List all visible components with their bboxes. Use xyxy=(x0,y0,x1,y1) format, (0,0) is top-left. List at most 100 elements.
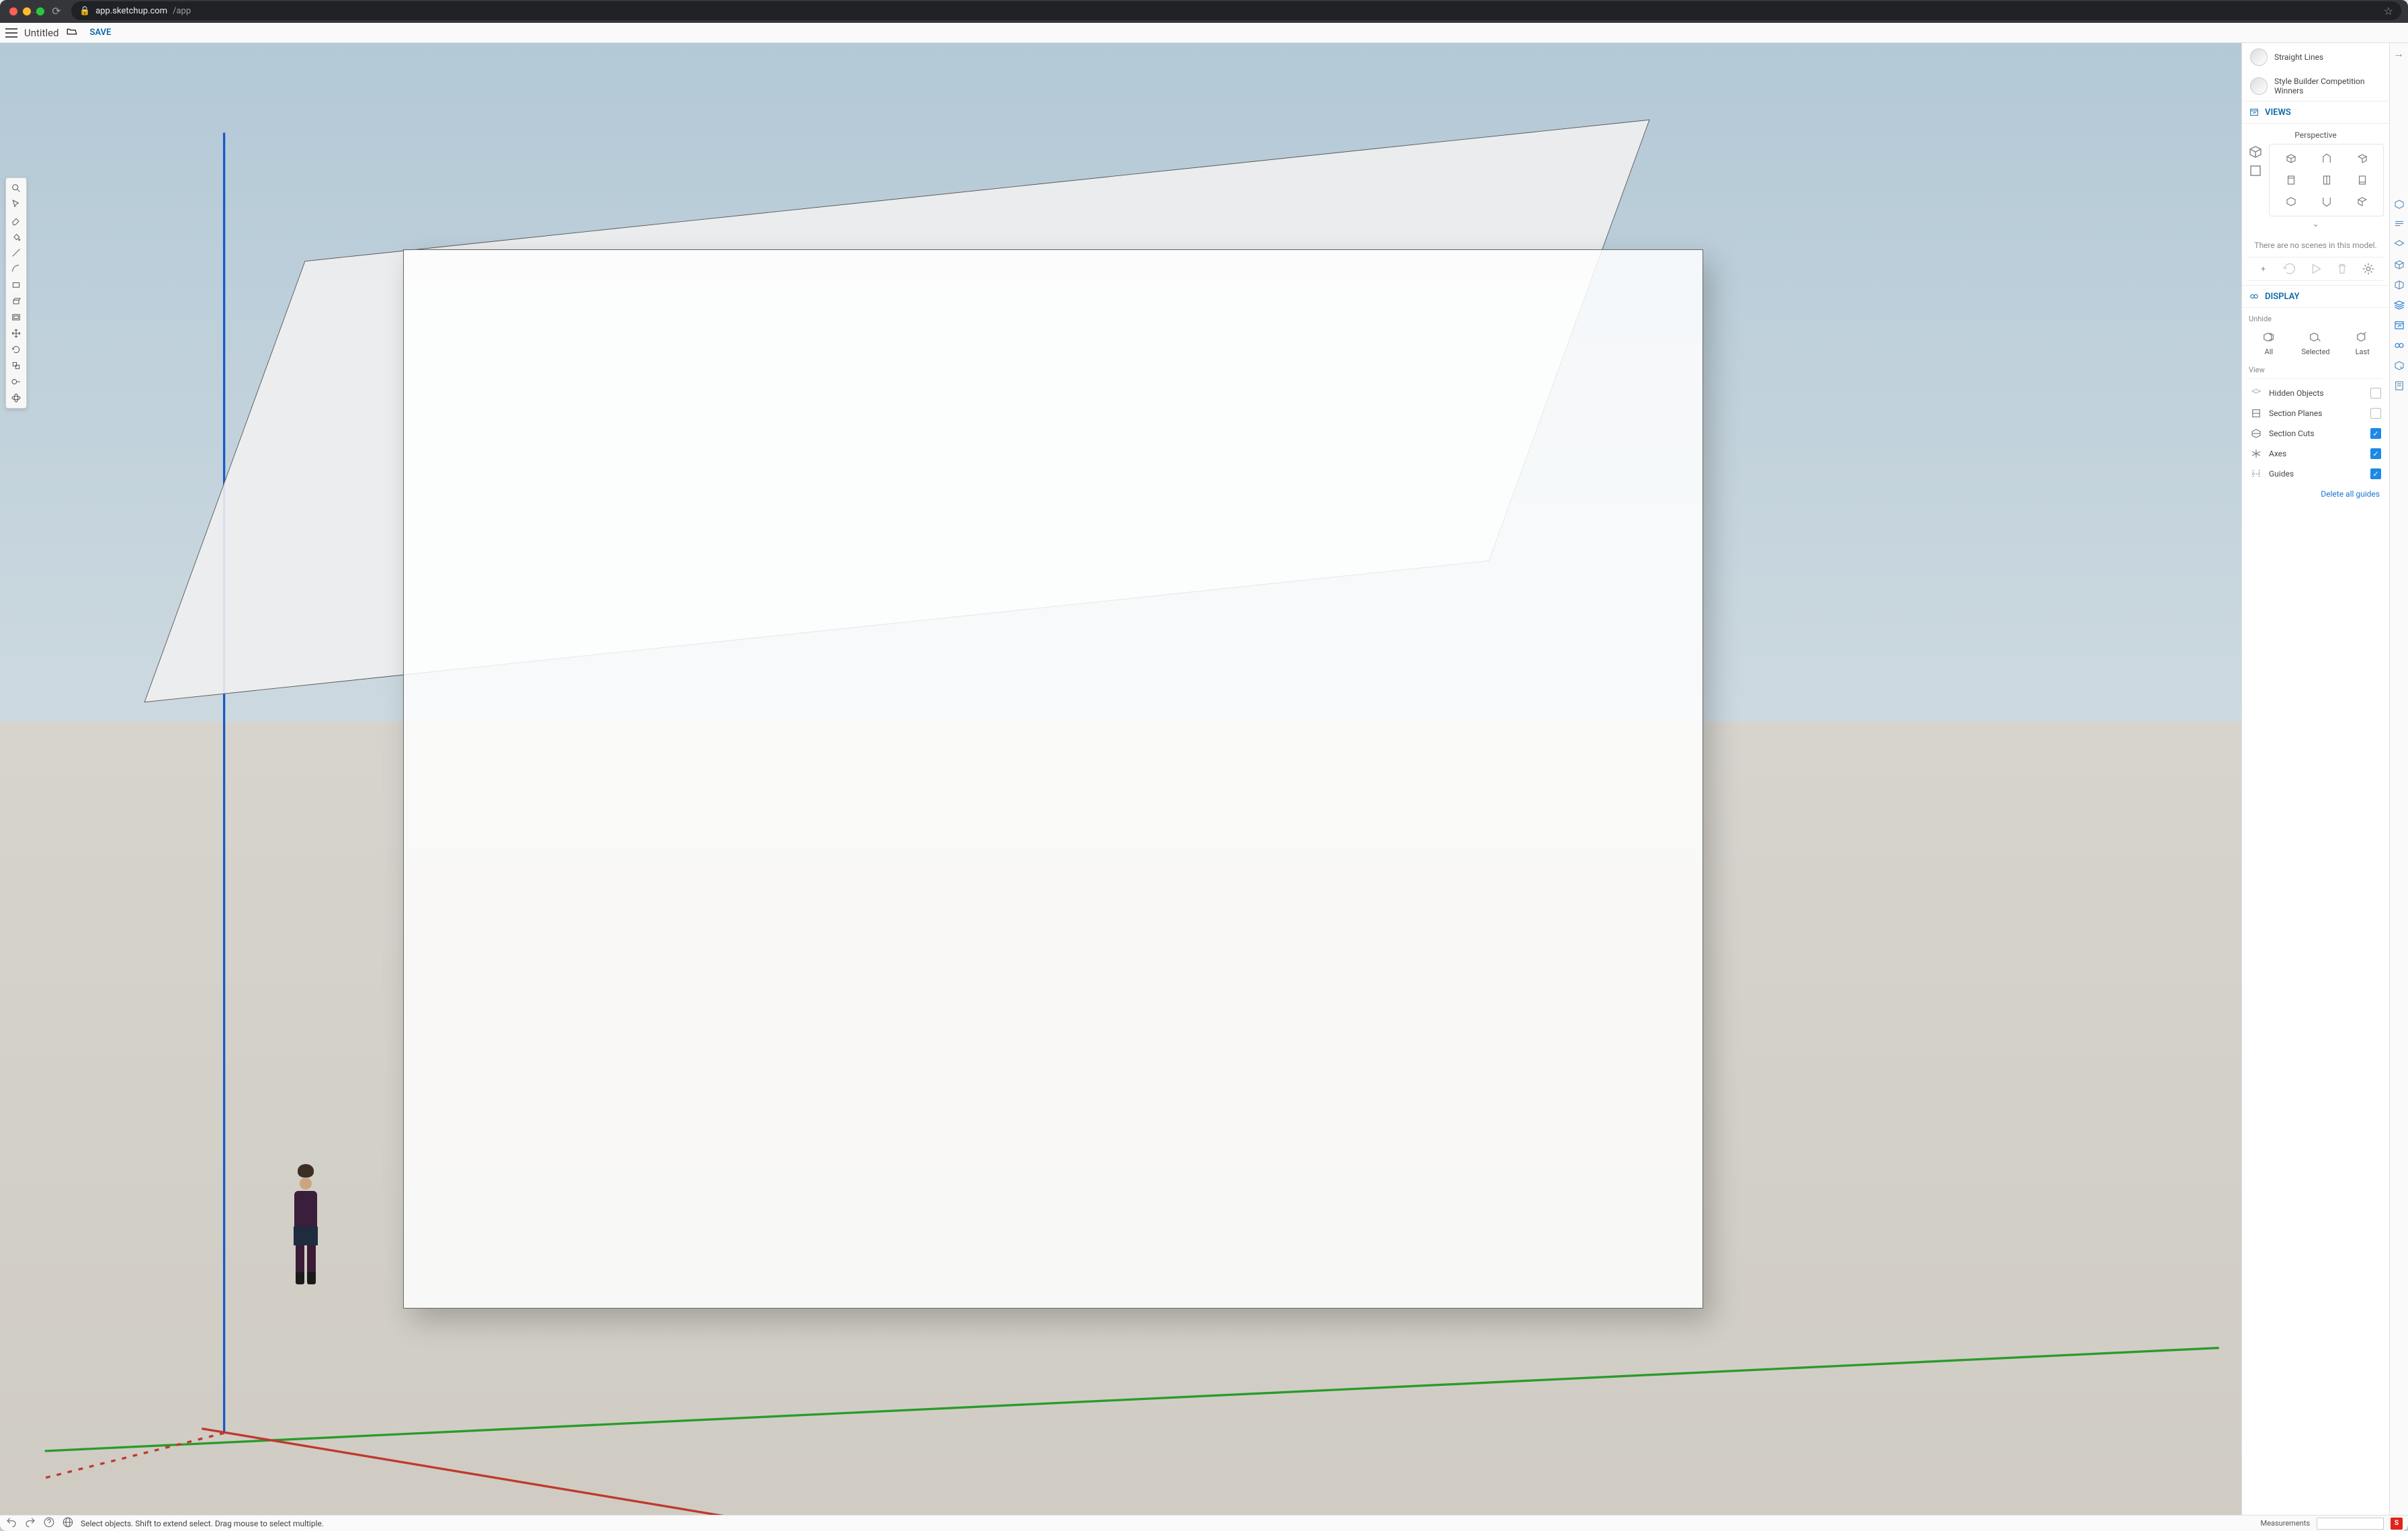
perspective-mode-button[interactable] xyxy=(2247,144,2264,160)
orbit-tool[interactable] xyxy=(8,390,24,406)
view-options-label: View xyxy=(2249,363,2382,378)
opt-label: Section Planes xyxy=(2269,409,2364,418)
unhide-last-button[interactable]: Last xyxy=(2355,330,2370,356)
move-tool[interactable] xyxy=(8,325,24,341)
unhide-selected-button[interactable]: Selected xyxy=(2301,330,2329,356)
axes-checkbox[interactable] xyxy=(2370,448,2381,459)
delete-all-guides-link[interactable]: Delete all guides xyxy=(2249,484,2382,501)
scale-tool[interactable] xyxy=(8,358,24,374)
materials-panel-button[interactable] xyxy=(2393,258,2406,272)
open-folder-button[interactable] xyxy=(66,26,78,40)
scene-settings-button[interactable] xyxy=(2361,261,2376,276)
axes-icon xyxy=(2250,448,2262,460)
style-item-label: Straight Lines xyxy=(2274,52,2323,62)
redo-button[interactable] xyxy=(24,1516,36,1530)
measurements-label: Measurements xyxy=(2261,1519,2310,1528)
tool-palette xyxy=(5,177,27,409)
address-bar[interactable]: 🔒 app.sketchup.com/app ☆ xyxy=(71,1,2401,20)
select-tool[interactable] xyxy=(8,196,24,212)
style-item-style-builder-winners[interactable]: Style Builder Competition Winners xyxy=(2242,71,2389,101)
view-bottom-button[interactable] xyxy=(2311,193,2342,210)
style-thumb-icon xyxy=(2250,77,2268,95)
model-viewport[interactable] xyxy=(0,43,2241,1515)
line-tool[interactable] xyxy=(8,245,24,261)
help-button[interactable] xyxy=(43,1516,55,1530)
status-bar: Select objects. Shift to extend select. … xyxy=(0,1515,2408,1531)
window-close-button[interactable] xyxy=(9,7,17,15)
undo-button[interactable] xyxy=(5,1516,17,1530)
bookmark-star-icon[interactable]: ☆ xyxy=(2384,5,2393,17)
tape-measure-tool[interactable] xyxy=(8,374,24,390)
play-animation-button xyxy=(2309,261,2323,276)
eraser-tool[interactable] xyxy=(8,212,24,229)
opt-label: Axes xyxy=(2269,449,2364,458)
delete-scene-button xyxy=(2335,261,2350,276)
rectangle-tool[interactable] xyxy=(8,277,24,293)
opt-hidden-objects: Hidden Objects xyxy=(2249,383,2382,403)
style-item-label: Style Builder Competition Winners xyxy=(2274,77,2381,95)
styles-panel-button[interactable] xyxy=(2393,278,2406,292)
tray-selector-rail xyxy=(2389,43,2408,1515)
browser-navbar: ← → ⟳ 🔒 app.sketchup.com/app ☆ xyxy=(0,0,2408,23)
sketchup-logo-icon: S xyxy=(2391,1518,2403,1530)
view-back-button[interactable] xyxy=(2346,171,2378,189)
view-iso-back-button[interactable] xyxy=(2346,193,2378,210)
language-button[interactable] xyxy=(62,1516,74,1530)
display-section-header[interactable]: DISPLAY xyxy=(2242,285,2389,308)
parallel-mode-button[interactable] xyxy=(2247,163,2264,179)
view-top-button[interactable] xyxy=(2311,150,2342,167)
status-hint: Select objects. Shift to extend select. … xyxy=(81,1519,324,1528)
scenes-empty-message: There are no scenes in this model. xyxy=(2247,234,2384,257)
views-section-header[interactable]: VIEWS xyxy=(2242,101,2389,124)
paint-bucket-tool[interactable] xyxy=(8,229,24,245)
search-tool[interactable] xyxy=(8,180,24,196)
unhide-all-button[interactable]: All xyxy=(2262,330,2276,356)
nav-forward-button[interactable]: → xyxy=(28,4,42,17)
components-panel-button[interactable] xyxy=(2393,238,2406,251)
view-right-button[interactable] xyxy=(2311,171,2342,189)
scenes-panel-button[interactable] xyxy=(2393,319,2406,332)
section-cuts-icon xyxy=(2250,427,2262,440)
model-info-panel-button[interactable] xyxy=(2393,379,2406,392)
measurements-input[interactable] xyxy=(2317,1518,2384,1530)
push-pull-tool[interactable] xyxy=(8,293,24,309)
view-iso-button[interactable] xyxy=(2275,150,2307,167)
projection-label: Perspective xyxy=(2247,128,2384,144)
style-item-straight-lines[interactable]: Straight Lines xyxy=(2242,43,2389,71)
unhide-last-label: Last xyxy=(2356,347,2370,356)
instructor-panel-button[interactable] xyxy=(2393,218,2406,231)
layers-panel-button[interactable] xyxy=(2393,298,2406,312)
hamburger-menu-button[interactable] xyxy=(5,28,17,38)
section-planes-checkbox[interactable] xyxy=(2370,408,2381,419)
view-left-button[interactable] xyxy=(2275,193,2307,210)
tray-panel: → Straight Lines Style Builder Competiti… xyxy=(2241,43,2389,1515)
opt-section-cuts: Section Cuts xyxy=(2249,423,2382,444)
unhide-all-label: All xyxy=(2265,347,2274,356)
opt-guides: Guides xyxy=(2249,464,2382,484)
display-body: Unhide All Selected Last xyxy=(2242,308,2389,508)
add-scene-button[interactable]: + xyxy=(2256,261,2271,276)
update-scene-button xyxy=(2282,261,2297,276)
hidden-objects-checkbox[interactable] xyxy=(2370,388,2381,399)
view-front-button[interactable] xyxy=(2275,171,2307,189)
guides-checkbox[interactable] xyxy=(2370,468,2381,479)
view-mode-toggle xyxy=(2247,144,2265,216)
sketchup-app: Untitled SAVE xyxy=(0,23,2408,1531)
arc-tool[interactable] xyxy=(8,261,24,277)
display-panel-button[interactable] xyxy=(2393,339,2406,352)
scene-actions: + xyxy=(2247,257,2384,281)
display-section-title: DISPLAY xyxy=(2265,292,2300,302)
url-path: /app xyxy=(173,6,191,16)
soften-panel-button[interactable] xyxy=(2393,359,2406,372)
app-header: Untitled SAVE xyxy=(0,23,2408,43)
unhide-selected-label: Selected xyxy=(2301,347,2329,356)
rotate-tool[interactable] xyxy=(8,341,24,358)
save-button[interactable]: SAVE xyxy=(85,25,117,40)
views-body: Perspective xyxy=(2242,124,2389,285)
views-expand-button[interactable]: ⌄ xyxy=(2247,216,2384,234)
nav-reload-button[interactable]: ⟳ xyxy=(50,5,63,17)
section-cuts-checkbox[interactable] xyxy=(2370,428,2381,439)
offset-tool[interactable] xyxy=(8,309,24,325)
view-iso-right-button[interactable] xyxy=(2346,150,2378,167)
entity-info-panel-button[interactable] xyxy=(2393,198,2406,211)
